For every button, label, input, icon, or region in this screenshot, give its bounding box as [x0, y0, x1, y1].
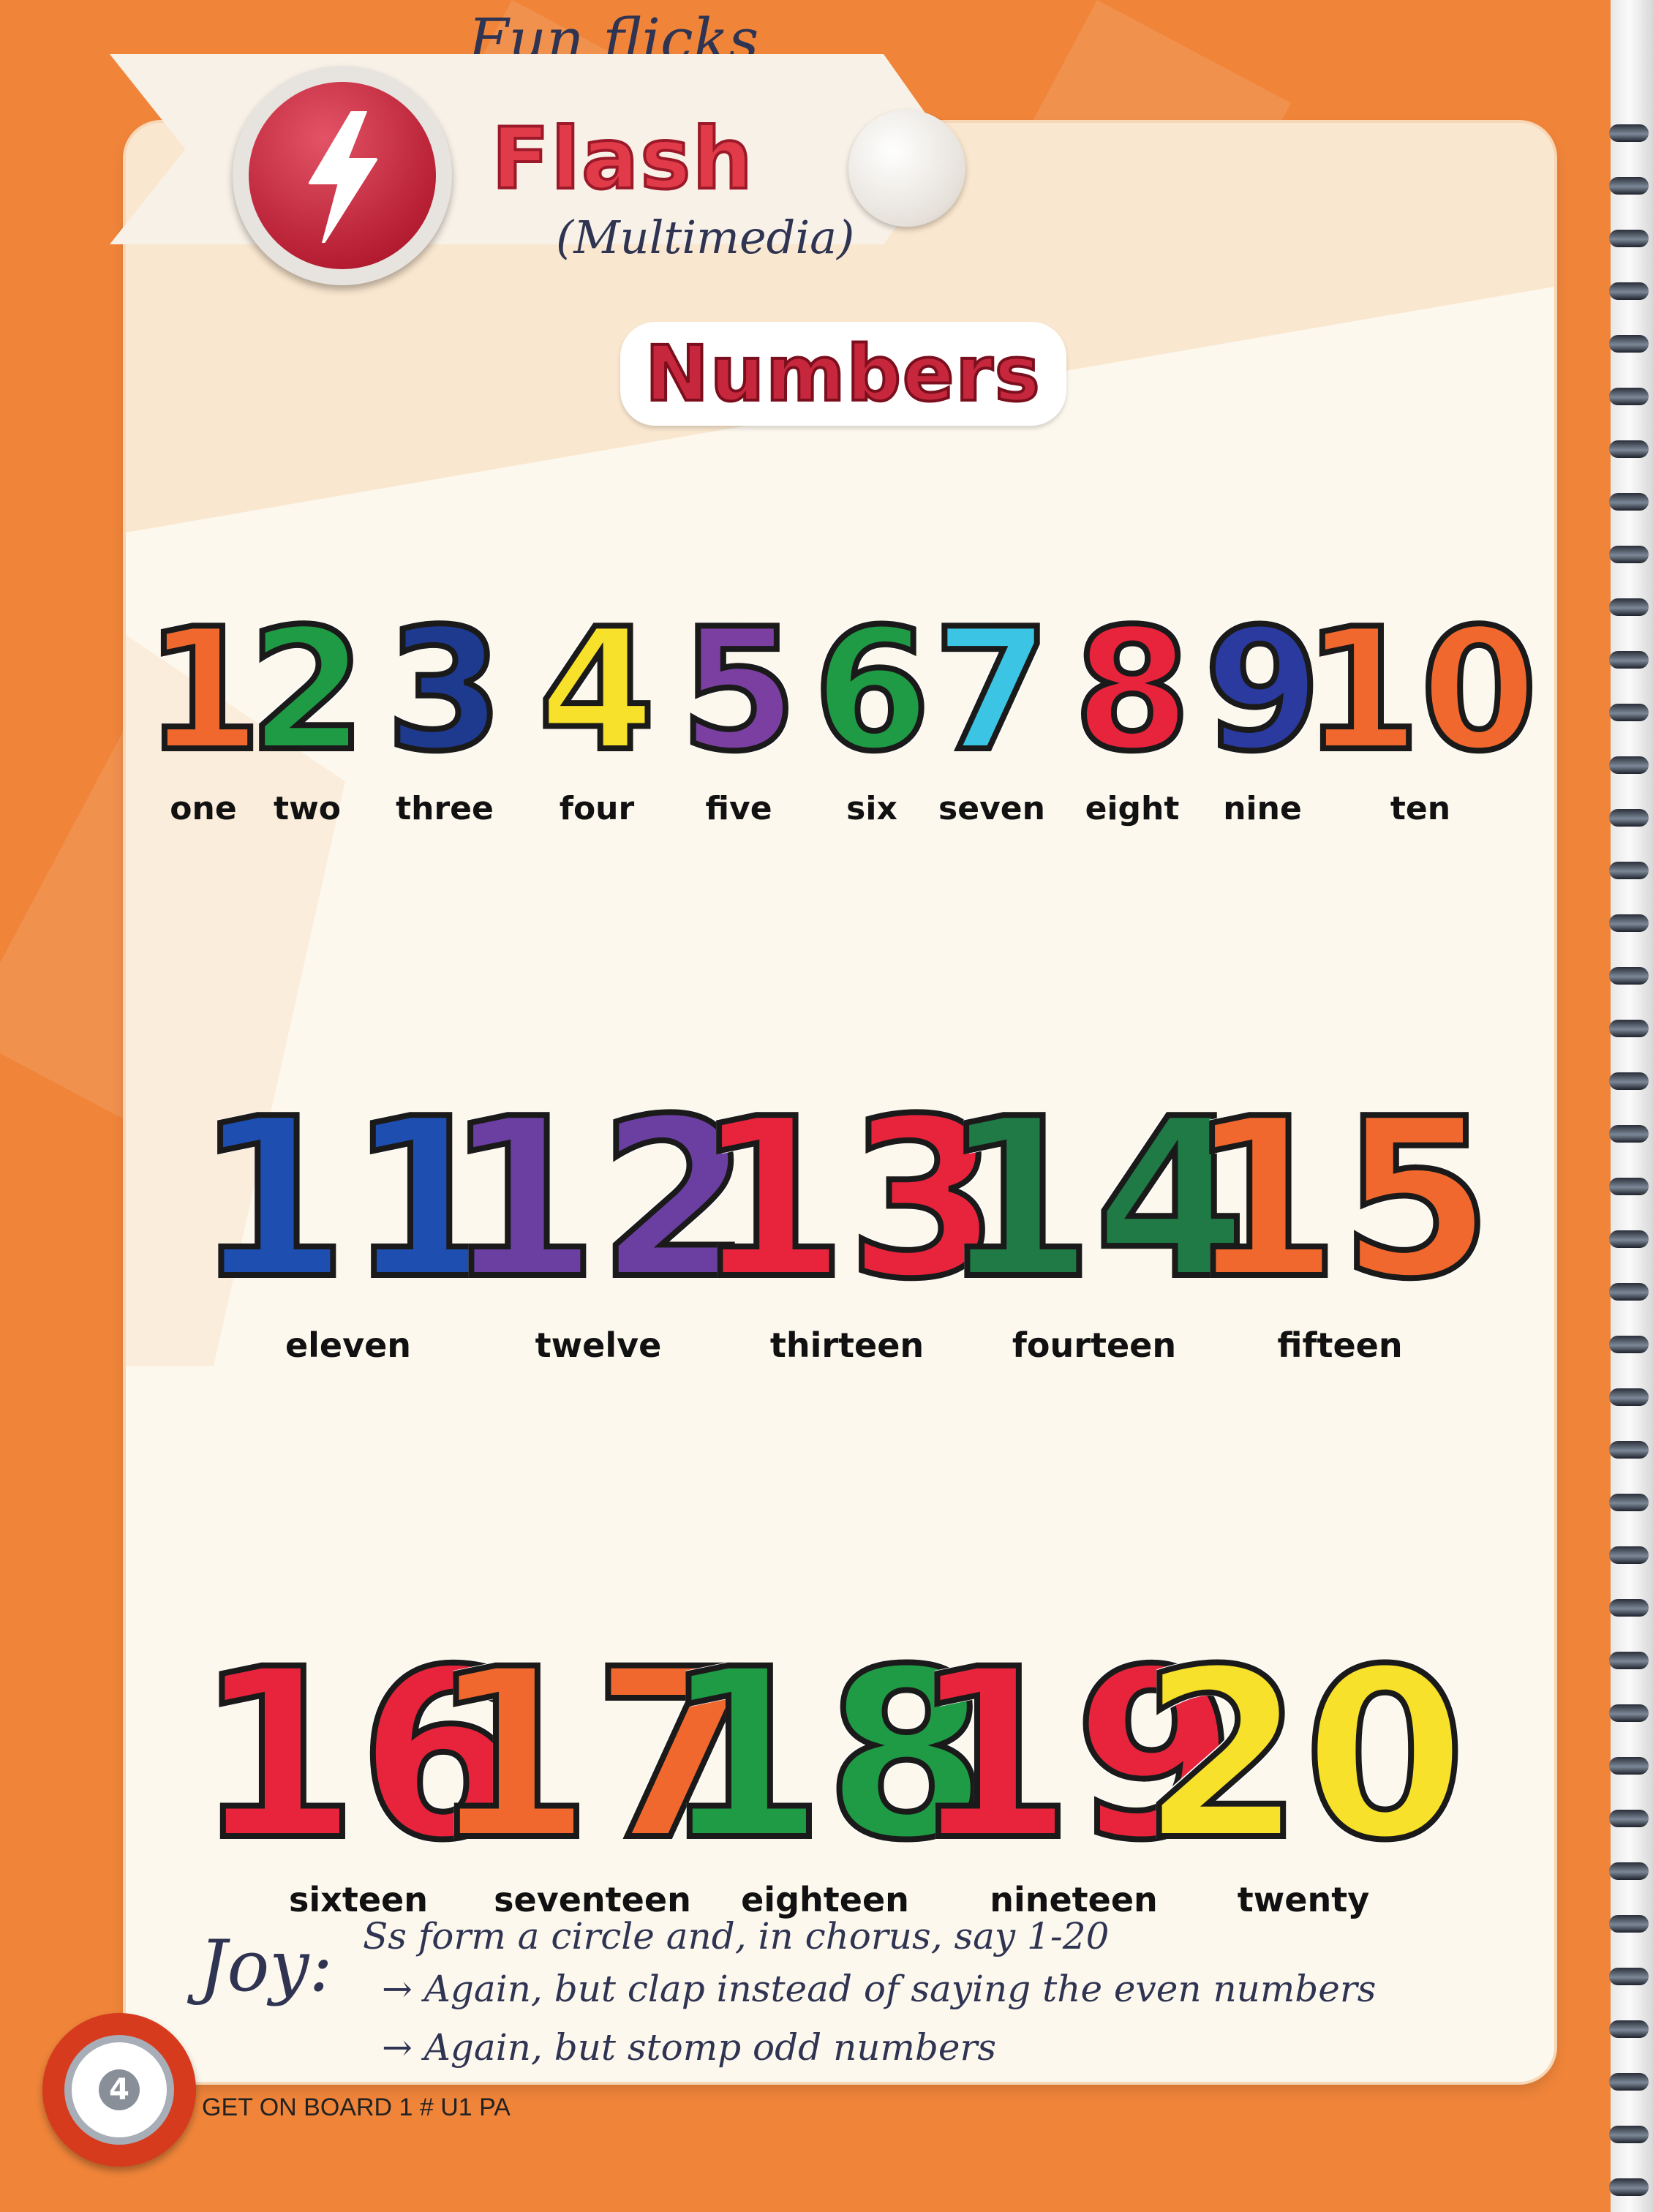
- binding-coil: [1609, 1336, 1649, 1353]
- binding-coil: [1609, 1599, 1649, 1617]
- binding-coil: [1609, 1178, 1649, 1195]
- number-word: eleven: [285, 1325, 412, 1365]
- binding-coil: [1609, 1704, 1649, 1722]
- number-figure: 5: [677, 593, 800, 789]
- binding-coil: [1609, 862, 1649, 879]
- number-word: sixteen: [289, 1880, 428, 1919]
- number-word: twelve: [535, 1325, 662, 1365]
- binding-coil: [1609, 809, 1649, 827]
- binding-coil: [1609, 1652, 1649, 1669]
- page-number: 4: [99, 2069, 140, 2110]
- binding-coil: [1609, 2178, 1649, 2196]
- binding-coil: [1609, 967, 1649, 985]
- footer-text: GET ON BOARD 1 # U1 PA: [202, 2094, 511, 2121]
- page-title: Numbers: [620, 322, 1066, 426]
- binding-coil: [1609, 2126, 1649, 2143]
- number-word: fourteen: [1012, 1325, 1177, 1365]
- page-number-badge: 4: [42, 2013, 196, 2167]
- number-word: nine: [1223, 790, 1302, 827]
- number-figure: 6: [810, 593, 933, 789]
- number-word: one: [170, 790, 237, 827]
- section-title: Flash: [490, 108, 754, 210]
- binding-coil: [1609, 1862, 1649, 1880]
- handwritten-joy-line: → Again, but clap instead of saying the …: [382, 1968, 1377, 2010]
- binding-coil: [1609, 1968, 1649, 1985]
- spiral-binding: [1609, 0, 1653, 2212]
- binding-coil: [1609, 388, 1649, 405]
- binding-coil: [1609, 1020, 1649, 1037]
- binding-coil: [1609, 2073, 1649, 2091]
- lightning-bolt-icon: [309, 111, 377, 243]
- number-word: five: [705, 790, 772, 827]
- binding-coil: [1609, 440, 1649, 458]
- binding-coil: [1609, 493, 1649, 511]
- number-word: thirteen: [769, 1325, 925, 1365]
- number-word: six: [846, 790, 897, 827]
- binding-coil: [1609, 230, 1649, 247]
- number-figure: 1: [142, 593, 265, 789]
- binding-coil: [1609, 282, 1649, 300]
- handwritten-under-title: (Multimedia): [556, 211, 855, 264]
- binding-coil: [1609, 1546, 1649, 1564]
- binding-coil: [1609, 1810, 1649, 1827]
- number-word: eight: [1085, 790, 1180, 827]
- binding-coil: [1609, 1283, 1649, 1301]
- number-word: seven: [938, 790, 1045, 827]
- number-figure: 10: [1300, 593, 1540, 789]
- handwritten-joy-line: Ss form a circle and, in chorus, say 1-2…: [363, 1915, 1110, 1957]
- binding-coil: [1609, 177, 1649, 195]
- binding-coil: [1609, 1388, 1649, 1406]
- number-word: ten: [1390, 790, 1451, 827]
- binding-coil: [1609, 2020, 1649, 2038]
- flash-badge: [233, 66, 452, 285]
- flash-badge-inner: [249, 82, 436, 269]
- binding-coil: [1609, 1125, 1649, 1143]
- number-word: three: [396, 790, 494, 827]
- binding-coil: [1609, 1072, 1649, 1090]
- number-figure: 15: [1184, 1072, 1495, 1327]
- binding-coil: [1609, 756, 1649, 774]
- banner-knob: [848, 110, 965, 227]
- binding-coil: [1609, 1915, 1649, 1933]
- binding-coil: [1609, 546, 1649, 563]
- handwritten-joy-line: → Again, but stomp odd numbers: [382, 2026, 997, 2069]
- number-word: fifteen: [1277, 1325, 1403, 1365]
- binding-coil: [1609, 651, 1649, 669]
- number-word: eighteen: [741, 1880, 909, 1919]
- number-word: twenty: [1237, 1880, 1370, 1919]
- number-figure: 20: [1137, 1620, 1469, 1892]
- number-figure: 7: [930, 593, 1053, 789]
- handwritten-joy-label: Joy:: [199, 1925, 333, 2007]
- binding-coil: [1609, 598, 1649, 616]
- number-figure: 2: [246, 593, 369, 789]
- number-figure: 4: [535, 593, 658, 789]
- number-figure: 3: [383, 593, 506, 789]
- binding-coil: [1609, 704, 1649, 721]
- number-word: four: [559, 790, 635, 827]
- number-figure: 8: [1071, 593, 1194, 789]
- binding-coil: [1609, 914, 1649, 932]
- binding-coil: [1609, 1757, 1649, 1775]
- binding-coil: [1609, 335, 1649, 353]
- binding-coil: [1609, 1441, 1649, 1459]
- binding-coil: [1609, 1494, 1649, 1511]
- number-word: two: [274, 790, 341, 827]
- binding-coil: [1609, 1230, 1649, 1248]
- number-word: nineteen: [990, 1880, 1158, 1919]
- binding-coil: [1609, 124, 1649, 142]
